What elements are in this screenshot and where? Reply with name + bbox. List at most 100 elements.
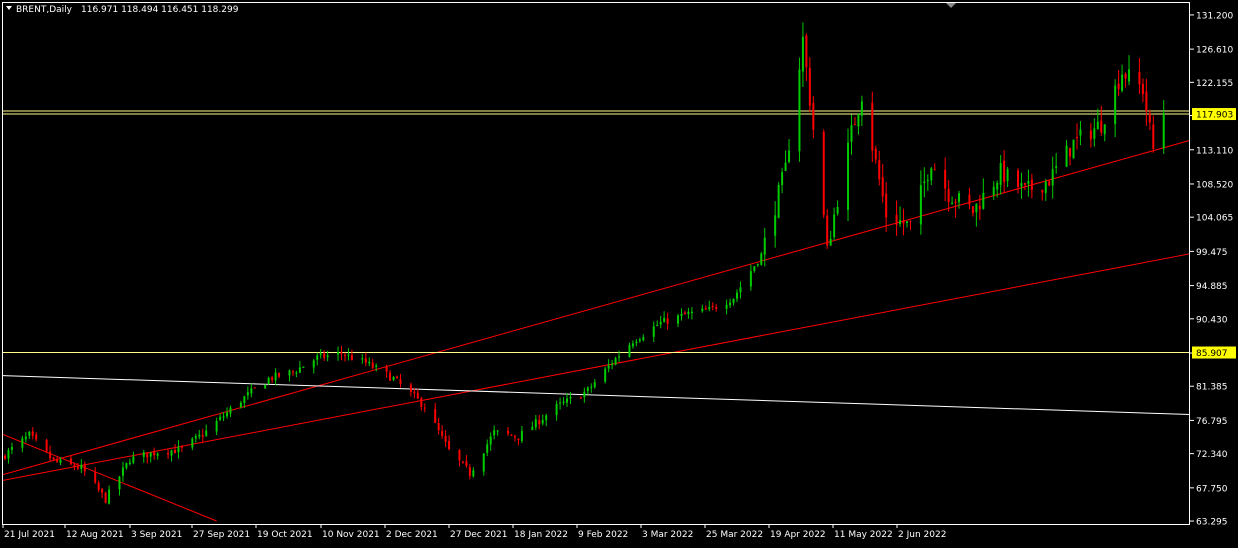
candle-body bbox=[472, 470, 475, 477]
candle-body bbox=[996, 182, 999, 190]
candle-body bbox=[448, 440, 451, 450]
candle-body bbox=[1030, 179, 1033, 191]
candle-body bbox=[510, 434, 513, 436]
candle-body bbox=[1065, 145, 1068, 167]
candle-body bbox=[902, 220, 905, 224]
price-tick-label: 76.795 bbox=[1196, 417, 1228, 427]
candle-body bbox=[736, 292, 739, 299]
candle-body bbox=[753, 266, 756, 271]
candle-body bbox=[1079, 129, 1082, 136]
candle-body bbox=[416, 392, 419, 399]
candle-body bbox=[59, 459, 62, 463]
candle-body bbox=[444, 435, 447, 442]
candle-body bbox=[729, 302, 732, 306]
candle-body bbox=[250, 388, 253, 394]
candle-body bbox=[656, 325, 659, 327]
candle-body bbox=[638, 339, 641, 341]
candle-body bbox=[1048, 181, 1051, 186]
candle-body bbox=[239, 402, 242, 408]
candle-body bbox=[76, 467, 79, 469]
candle-body bbox=[45, 439, 48, 452]
candle-body bbox=[739, 287, 742, 293]
symbol-caption: BRENT,Daily bbox=[16, 5, 73, 15]
candle-body bbox=[628, 345, 631, 357]
candle-body bbox=[1055, 165, 1058, 168]
candle-body bbox=[1152, 124, 1155, 150]
candle-body bbox=[604, 368, 607, 382]
candle-body bbox=[69, 458, 72, 465]
candle-body bbox=[829, 238, 832, 246]
time-tick-label: 3 Sep 2021 bbox=[131, 530, 182, 540]
candle-body bbox=[1044, 181, 1047, 194]
candle-body bbox=[173, 449, 176, 454]
time-tick-label: 27 Sep 2021 bbox=[193, 530, 250, 540]
price-chart: 131.200 126.610 122.155 117.903 113.110 108.5… bbox=[0, 0, 1238, 544]
candle-body bbox=[177, 446, 180, 453]
candle-body bbox=[881, 177, 884, 197]
candle-body bbox=[541, 419, 544, 424]
candle-body bbox=[201, 435, 204, 437]
candle-body bbox=[337, 352, 340, 355]
candle-body bbox=[413, 391, 416, 394]
candle-body bbox=[1075, 136, 1078, 138]
candle-body bbox=[423, 407, 426, 409]
candle-body bbox=[1093, 128, 1096, 139]
candle-body bbox=[1162, 113, 1165, 149]
candle-body bbox=[711, 306, 714, 308]
candle-body bbox=[1003, 160, 1006, 183]
candle-body bbox=[788, 150, 791, 163]
candle-body bbox=[690, 311, 693, 314]
candle-body bbox=[253, 387, 256, 389]
candle-body bbox=[298, 367, 301, 373]
candle-body bbox=[878, 159, 881, 180]
candle-body bbox=[659, 321, 662, 325]
time-tick-label: 2 Dec 2021 bbox=[386, 530, 438, 540]
candle-body bbox=[652, 326, 655, 337]
candle-body bbox=[805, 35, 808, 68]
candle-body bbox=[104, 492, 107, 503]
time-tick-label: 19 Apr 2022 bbox=[770, 530, 826, 540]
candle-body bbox=[763, 237, 766, 255]
candle-body bbox=[73, 464, 76, 468]
candle-body bbox=[919, 185, 922, 225]
price-tick-label: 131.200 bbox=[1196, 11, 1233, 21]
time-tick-label: 10 Nov 2021 bbox=[322, 530, 380, 540]
candle-body bbox=[368, 361, 371, 364]
candle-body bbox=[958, 193, 961, 203]
candle-body bbox=[7, 450, 10, 459]
candle-body bbox=[975, 203, 978, 213]
candle-body bbox=[1089, 130, 1092, 140]
candle-body bbox=[80, 464, 83, 469]
plot-background bbox=[0, 0, 1238, 544]
candle-body bbox=[559, 402, 562, 404]
candle-body bbox=[94, 471, 97, 483]
candle-body bbox=[1027, 180, 1030, 184]
candle-body bbox=[198, 434, 201, 437]
candle-body bbox=[614, 358, 617, 365]
candle-body bbox=[801, 36, 804, 72]
candle-body bbox=[489, 436, 492, 445]
time-tick-label: 11 May 2022 bbox=[834, 530, 893, 540]
candle-body bbox=[10, 447, 13, 450]
candle-body bbox=[992, 186, 995, 195]
candle-body bbox=[836, 207, 839, 214]
candle-body bbox=[777, 184, 780, 218]
candle-body bbox=[486, 444, 489, 453]
time-tick-label: 12 Aug 2021 bbox=[66, 530, 124, 540]
candle-body bbox=[982, 192, 985, 209]
candle-body bbox=[520, 431, 523, 441]
candle-body bbox=[194, 436, 197, 439]
candle-body bbox=[926, 179, 929, 181]
candle-body bbox=[35, 434, 38, 440]
candle-body bbox=[326, 355, 329, 358]
candle-body bbox=[205, 430, 208, 436]
candle-body bbox=[1100, 120, 1103, 133]
candle-body bbox=[97, 482, 100, 490]
candle-body bbox=[409, 384, 412, 392]
candle-body bbox=[361, 358, 364, 360]
candle-body bbox=[1117, 83, 1120, 90]
candle-body bbox=[545, 415, 548, 421]
candle-body bbox=[513, 435, 516, 438]
candle-body bbox=[850, 125, 853, 142]
candle-body bbox=[170, 450, 173, 456]
